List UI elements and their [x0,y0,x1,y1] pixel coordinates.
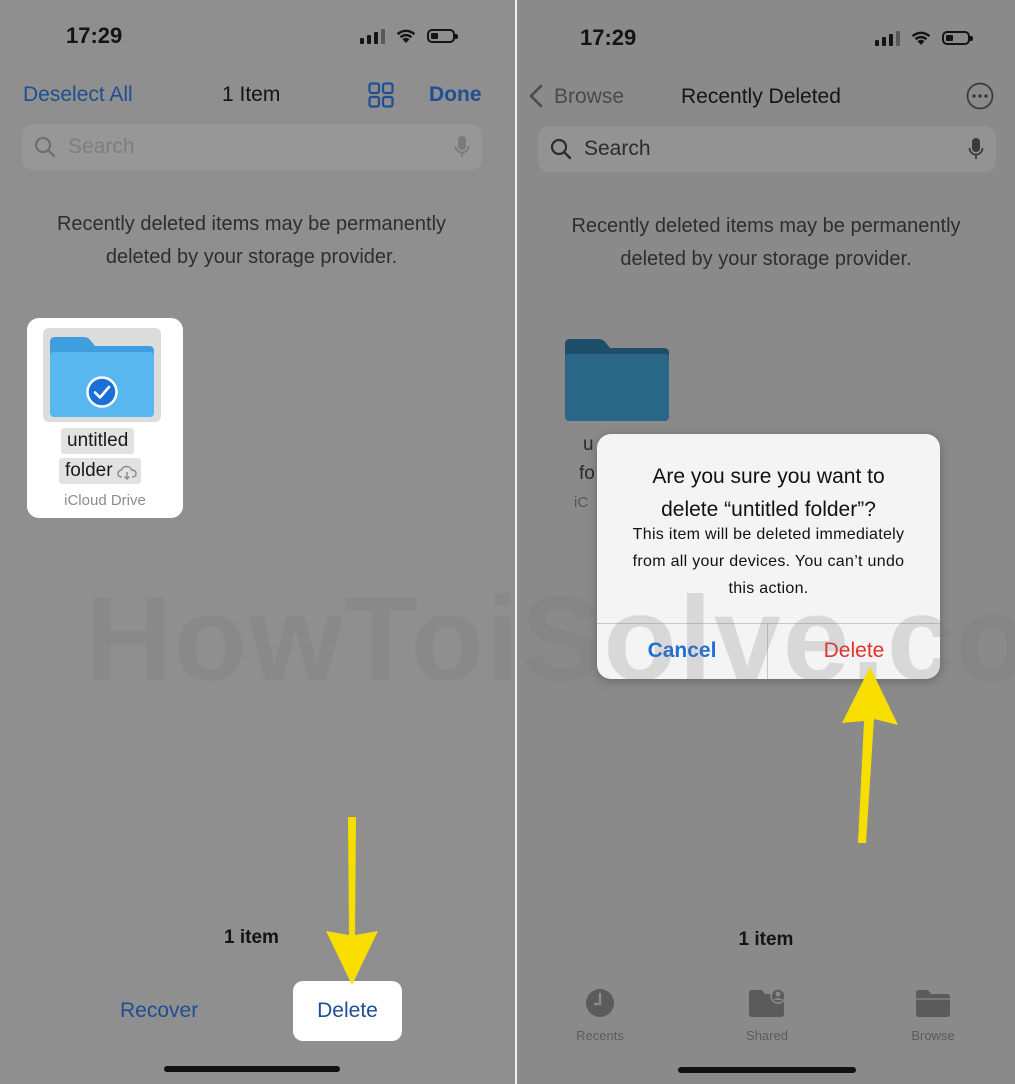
arrow-up-icon [842,667,898,843]
storage-notice: Recently deleted items may be permanentl… [517,210,1015,276]
file-name-fragment-2: fo [579,463,595,484]
signal-icon [360,28,385,44]
search-input[interactable] [66,134,454,160]
search-bar[interactable] [22,124,482,170]
notice-line-1: Recently deleted items may be permanentl… [571,215,961,237]
search-bar[interactable] [538,126,996,172]
chevron-left-icon[interactable] [529,84,543,108]
battery-icon [942,30,973,45]
dialog-message-line-1: This item will be deleted immediately [632,526,905,543]
checkmark-circle-icon [86,376,118,408]
notice-line-1: Recently deleted items may be permanentl… [56,213,447,235]
tab-label: Recents [576,1028,624,1043]
search-icon [34,136,56,158]
file-name-text: folder [65,460,113,481]
status-time: 17:29 [580,25,637,50]
home-indicator [164,1066,340,1072]
battery-icon [427,28,458,43]
ellipsis-circle-icon[interactable] [966,82,994,110]
file-name-line-2: folder [59,458,141,484]
arrow-down-icon [326,817,378,985]
dialog-title-line-1: Are you sure you want to [652,465,885,488]
tab-browse[interactable]: Browse [878,987,988,1043]
file-item-untitled-folder[interactable]: untitled folder iCloud Drive [27,318,183,518]
notice-line-2: deleted by your storage provider. [620,248,912,270]
tab-shared[interactable]: Shared [712,987,822,1043]
file-source: iCloud Drive [64,492,146,509]
back-button[interactable]: Browse [554,85,624,109]
recover-button[interactable]: Recover [120,999,198,1023]
folder-icon [916,990,950,1017]
search-icon [550,138,572,160]
status-time: 17:29 [66,23,123,48]
deselect-all-button[interactable]: Deselect All [23,83,133,107]
item-count: 1 item [738,929,794,950]
search-input[interactable] [582,136,968,162]
clock-icon [586,989,614,1017]
file-name-fragment-1: u [583,434,594,455]
file-source-fragment: iC [574,494,589,511]
done-button[interactable]: Done [429,83,482,107]
nav-title: 1 Item [222,83,281,106]
delete-button[interactable]: Delete [293,981,402,1041]
home-indicator [678,1067,856,1073]
signal-icon [875,30,900,46]
microphone-icon[interactable] [968,137,984,161]
storage-notice: Recently deleted items may be permanentl… [0,208,503,274]
tab-recents[interactable]: Recents [545,987,655,1043]
tab-label: Browse [911,1028,955,1043]
status-icons [360,27,458,44]
left-screen: 17:29 Deselect All 1 Item Done Re [0,0,515,1084]
microphone-icon[interactable] [454,135,470,159]
tab-label: Shared [746,1028,788,1043]
wifi-icon [911,31,931,45]
nav-title: Recently Deleted [681,85,841,108]
notice-line-2: deleted by your storage provider. [105,246,398,268]
delete-button-label: Delete [317,999,378,1022]
grid-icon[interactable] [368,82,394,108]
dialog-title: Are you sure you want to delete “untitle… [597,460,940,526]
wifi-icon [396,29,416,43]
folder-icon[interactable] [563,336,671,422]
folder-thumbnail [43,328,161,422]
file-name-line-1: untitled [61,428,135,454]
shared-folder-icon [749,988,786,1017]
item-count: 1 item [224,927,279,948]
cloud-download-icon [116,465,137,480]
status-icons [875,29,973,46]
